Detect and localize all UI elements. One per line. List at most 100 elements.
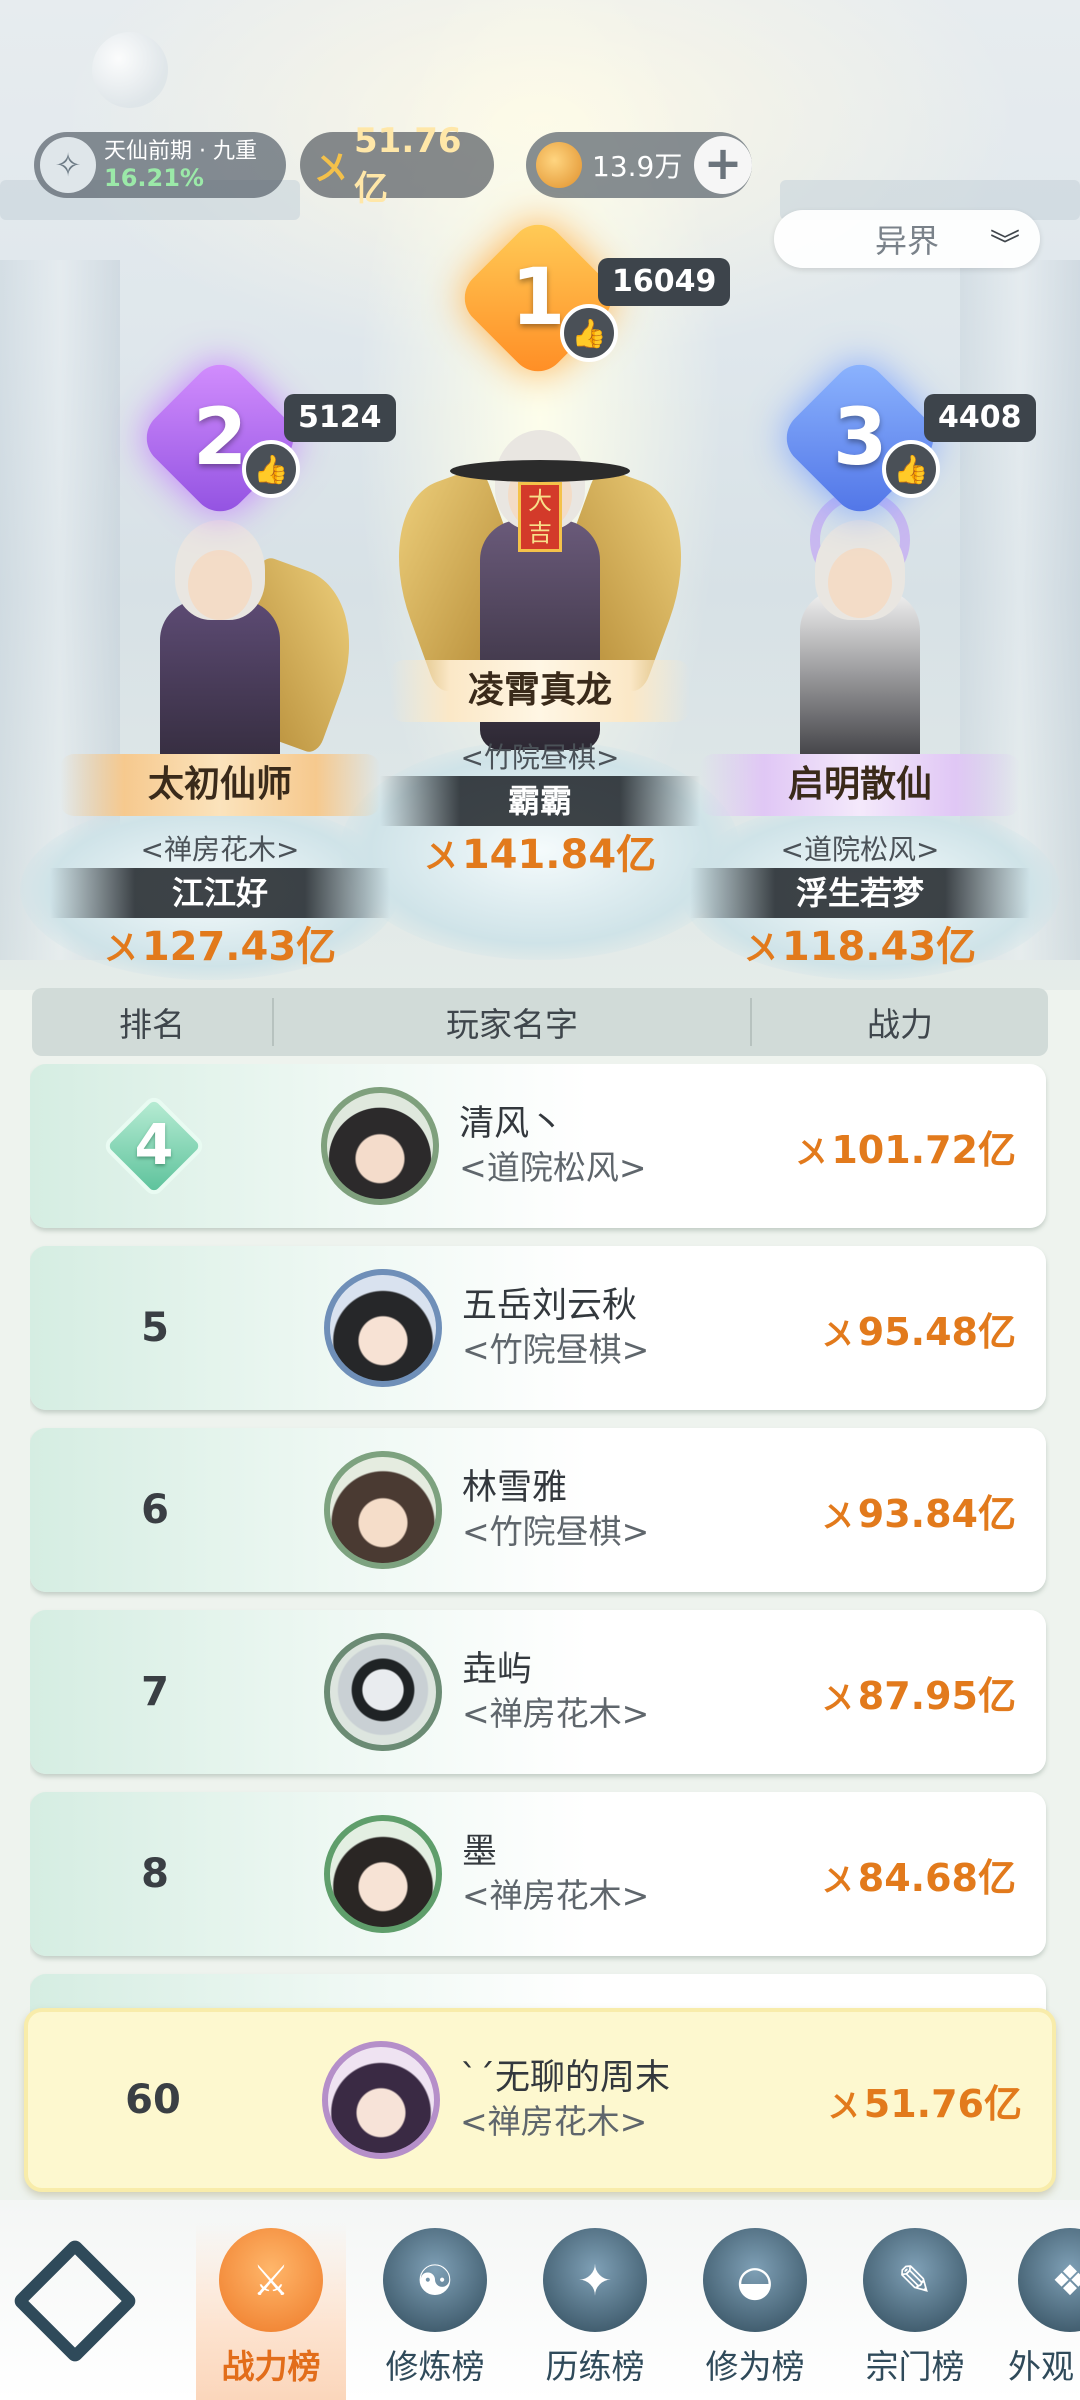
rank3-player-name[interactable]: 浮生若梦 (690, 868, 1030, 918)
power-icon: 〤 (821, 1496, 854, 1535)
rank3-like-count: 4408 (924, 394, 1036, 442)
rank2-guild: <禅房花木> (140, 833, 300, 866)
player-guild: <竹院昼棋> (462, 1512, 650, 1551)
leaderboard-list[interactable]: 4 清风丶 <道院松风> 〤 101.72亿 5 五岳刘云秋 <竹院昼棋> 〤 95… (30, 1064, 1050, 2014)
like-rank3-button[interactable]: 👍 (882, 440, 940, 498)
my-player-name: ˋˊ无聊的周末 (460, 2058, 671, 2098)
appearance-icon: ❖ (1018, 2228, 1080, 2332)
power-icon: 〤 (827, 2086, 860, 2125)
lucky-charm: 大吉 (518, 482, 562, 552)
header-rank: 排名 (119, 1005, 185, 1044)
row-rank: 4 (30, 1093, 277, 1199)
rank3-title: 启明散仙 (700, 754, 1020, 816)
rank2-player-name[interactable]: 江江好 (50, 868, 390, 918)
scroll-icon: ✎ (863, 2228, 967, 2332)
header-power: 战力 (867, 1005, 933, 1044)
add-currency-button[interactable]: + (694, 136, 752, 194)
realm-progress: 16.21% (104, 164, 204, 192)
tab-power-ranking[interactable]: ⚔ 战力榜 (196, 2222, 346, 2400)
yin-yang-icon: ☯ (383, 2228, 487, 2332)
row-rank: 6 (141, 1487, 169, 1533)
avatar[interactable] (324, 1451, 442, 1569)
player-guild: <禅房花木> (462, 1876, 650, 1915)
player-power: 〤 87.95亿 (821, 1673, 1016, 1718)
player-power: 〤 95.48亿 (821, 1309, 1016, 1354)
planet-icon: ✦ (543, 2228, 647, 2332)
power-icon: 〤 (423, 837, 458, 877)
my-rank: 60 (125, 2077, 181, 2123)
tab-rank-level[interactable]: ◒ 修为榜 (680, 2222, 830, 2400)
tab-appearance[interactable]: ❖ 外观 (1000, 2222, 1080, 2400)
player-power: 〤 84.68亿 (821, 1855, 1016, 1900)
player-power: 〤 101.72亿 (795, 1127, 1016, 1172)
region-selected: 异界 (874, 222, 939, 260)
currency-value: 13.9万 (592, 150, 683, 183)
row-rank: 5 (141, 1305, 169, 1351)
table-row[interactable]: 8 墨 <禅房花木> 〤 84.68亿 (30, 1792, 1046, 1956)
bottom-navigation: ⚔ 战力榜 ☯ 修炼榜 ✦ 历练榜 ◒ 修为榜 ✎ 宗门榜 ❖ 外观 (0, 2200, 1080, 2400)
rank1-title: 凌霄真龙 (390, 660, 690, 722)
realm-name: 天仙前期 · 九重 (104, 139, 257, 164)
rank1-character[interactable]: 大吉 (369, 420, 711, 780)
my-power-value: 51.76亿 (354, 120, 462, 209)
player-name: 五岳刘云秋 (462, 1286, 638, 1326)
my-power-display: 〤 51.76亿 (300, 121, 494, 209)
power-icon: 〤 (795, 1132, 828, 1171)
row-rank: 8 (141, 1851, 169, 1897)
realm-avatar-icon: ✧ (40, 137, 96, 193)
currency-display: 13.9万 + (526, 132, 752, 198)
player-name: 清风丶 (459, 1104, 565, 1144)
hat-icon: ◒ (703, 2228, 807, 2332)
chevron-down-icon: ︾ (990, 228, 1020, 263)
power-icon: 〤 (821, 1860, 854, 1899)
player-name: 墨 (462, 1832, 498, 1872)
rank2-title: 太初仙师 (60, 754, 380, 816)
avatar[interactable] (321, 1087, 440, 1205)
avatar[interactable] (324, 1269, 442, 1387)
crossed-swords-icon: ⚔ (219, 2228, 323, 2332)
realm-status[interactable]: ✧ 天仙前期 · 九重 16.21% (34, 132, 286, 198)
like-rank2-button[interactable]: 👍 (242, 440, 300, 498)
rank1-guild: <竹院昼棋> (460, 741, 620, 774)
rank3-character[interactable] (740, 490, 980, 790)
player-guild: <道院松风> (459, 1148, 647, 1187)
spirit-orb-icon[interactable] (92, 32, 168, 108)
header-player-name: 玩家名字 (272, 998, 752, 1046)
tab-training-ranking[interactable]: ✦ 历练榜 (520, 2222, 670, 2400)
rank1-player-name[interactable]: 霸霸 (380, 776, 700, 826)
leaderboard-header: 排名 玩家名字 战力 (32, 988, 1048, 1056)
power-icon: 〤 (821, 1314, 854, 1353)
rank2-power: 〤 127.43亿 (103, 924, 337, 970)
my-guild: <禅房花木> (460, 2102, 648, 2141)
my-rank-row[interactable]: 60 ˋˊ无聊的周末 <禅房花木> 〤 51.76亿 (24, 2008, 1056, 2192)
my-power: 〤 51.76亿 (827, 2081, 1022, 2126)
rank1-like-count: 16049 (598, 258, 731, 306)
avatar[interactable] (324, 1633, 442, 1751)
player-guild: <禅房花木> (462, 1694, 650, 1733)
tab-cultivation-ranking[interactable]: ☯ 修炼榜 (360, 2222, 510, 2400)
table-row[interactable]: 5 五岳刘云秋 <竹院昼棋> 〤 95.48亿 (30, 1246, 1046, 1410)
rank-4-badge: 4 (101, 1093, 206, 1199)
home-menu-icon[interactable] (11, 2237, 139, 2365)
player-guild: <竹院昼棋> (462, 1330, 650, 1369)
player-name: 林雪雅 (462, 1468, 568, 1508)
rank-2-badge: 2 (135, 353, 305, 523)
power-icon: 〤 (743, 929, 778, 969)
table-row[interactable]: 4 清风丶 <道院松风> 〤 101.72亿 (30, 1064, 1046, 1228)
like-rank1-button[interactable]: 👍 (560, 304, 618, 362)
my-avatar[interactable] (322, 2041, 440, 2159)
rank2-like-count: 5124 (284, 394, 396, 442)
rank3-guild: <道院松风> (780, 833, 940, 866)
power-icon: 〤 (821, 1678, 854, 1717)
rank1-power: 〤 141.84亿 (423, 832, 657, 878)
power-icon: 〤 (314, 148, 348, 189)
avatar[interactable] (324, 1815, 442, 1933)
player-name: 垚屿 (462, 1650, 533, 1690)
tab-sect-ranking[interactable]: ✎ 宗门榜 (840, 2222, 990, 2400)
region-dropdown[interactable]: 异界 ︾ (774, 210, 1040, 268)
power-icon: 〤 (103, 929, 138, 969)
spirit-coin-icon (536, 142, 582, 188)
row-rank: 7 (141, 1669, 169, 1715)
table-row[interactable]: 7 垚屿 <禅房花木> 〤 87.95亿 (30, 1610, 1046, 1774)
table-row[interactable]: 6 林雪雅 <竹院昼棋> 〤 93.84亿 (30, 1428, 1046, 1592)
